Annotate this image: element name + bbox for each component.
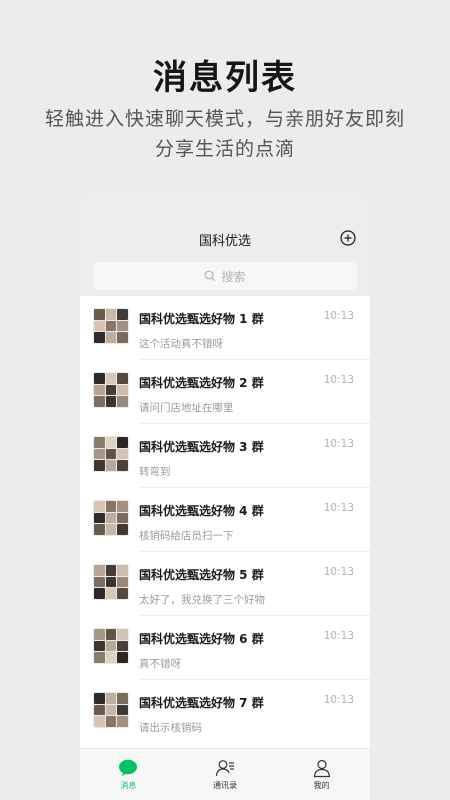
chat-body: 国科优选甄选好物 3 群转弯到 10:13 — [139, 436, 370, 488]
group-avatar — [93, 436, 129, 472]
chat-preview: 请问门店地址在哪里 — [139, 402, 234, 414]
search-input[interactable]: 搜索 — [93, 262, 357, 290]
plus-circle-icon[interactable] — [340, 230, 356, 246]
app-title: 国科优选 — [198, 234, 251, 249]
chat-list-item[interactable]: 国科优选甄选好物 5 群太好了，我兑换了三个好物 10:13 — [80, 552, 370, 616]
chat-list-item[interactable]: 国科优选甄选好物 2 群请问门店地址在哪里 10:13 — [80, 360, 370, 424]
chat-body: 国科优选甄选好物 2 群请问门店地址在哪里 10:13 — [139, 372, 370, 424]
chat-body: 国科优选甄选好物 6 群真不错呀 10:13 — [139, 628, 370, 680]
app-header: 国科优选 — [80, 190, 370, 256]
group-avatar — [93, 372, 129, 408]
chat-body: 国科优选甄选好物 4 群核销码给店员扫一下 10:13 — [139, 500, 370, 552]
chat-preview: 太好了，我兑换了三个好物 — [139, 594, 265, 606]
group-avatar — [93, 564, 129, 600]
group-avatar — [93, 692, 129, 728]
chat-time: 10:13 — [323, 630, 354, 642]
phone-frame: 国科优选 搜索 国科优选甄选好物 1 群这个活动真不错呀 10:13 国科优选甄选好… — [80, 190, 370, 800]
chat-bubble-icon — [119, 759, 138, 776]
tab-bar: 消息 通讯录 我的 — [80, 748, 370, 800]
search-icon — [205, 270, 216, 282]
chat-body: 国科优选甄选好物 7 群请出示核销码 10:13 — [139, 692, 370, 744]
contacts-icon — [215, 760, 234, 777]
search-placeholder: 搜索 — [221, 269, 246, 284]
chat-time: 10:13 — [323, 374, 354, 386]
chat-preview: 核销码给店员扫一下 — [139, 530, 234, 542]
chat-list-item[interactable]: 国科优选甄选好物 6 群真不错呀 10:13 — [80, 616, 370, 680]
person-icon — [313, 759, 330, 778]
tab-me[interactable]: 我的 — [273, 749, 370, 800]
chat-list-item[interactable]: 国科优选甄选好物 3 群转弯到 10:13 — [80, 424, 370, 488]
promo-title: 消息列表 — [153, 58, 297, 98]
group-avatar — [93, 308, 129, 344]
chat-list-item[interactable]: 国科优选甄选好物 1 群这个活动真不错呀 10:13 — [80, 296, 370, 360]
chat-preview: 转弯到 — [139, 466, 171, 478]
chat-time: 10:13 — [323, 502, 354, 514]
chat-time: 10:13 — [323, 438, 354, 450]
chat-preview: 这个活动真不错呀 — [139, 338, 223, 350]
search-area: 搜索 — [80, 256, 370, 296]
group-avatar — [93, 500, 129, 536]
chat-list-item[interactable]: 国科优选甄选好物 7 群请出示核销码 10:13 — [80, 680, 370, 744]
chat-body: 国科优选甄选好物 5 群太好了，我兑换了三个好物 10:13 — [139, 564, 370, 616]
chat-time: 10:13 — [323, 310, 354, 322]
tab-messages[interactable]: 消息 — [80, 749, 177, 800]
chat-preview: 请出示核销码 — [139, 722, 202, 734]
group-avatar — [93, 628, 129, 664]
tab-contacts[interactable]: 通讯录 — [177, 749, 274, 800]
chat-body: 国科优选甄选好物 1 群这个活动真不错呀 10:13 — [139, 308, 370, 360]
chat-preview: 真不错呀 — [139, 658, 181, 670]
chat-list-item[interactable]: 国科优选甄选好物 4 群核销码给店员扫一下 10:13 — [80, 488, 370, 552]
tab-label: 我的 — [313, 781, 330, 790]
chat-time: 10:13 — [323, 566, 354, 578]
chat-time: 10:13 — [323, 694, 354, 706]
tab-label: 消息 — [120, 781, 137, 790]
chat-list: 国科优选甄选好物 1 群这个活动真不错呀 10:13 国科优选甄选好物 2 群请问门… — [80, 296, 370, 744]
promo-subtitle: 轻触进入快速聊天模式，与亲朋好友即刻分享生活的点滴 — [44, 108, 405, 160]
tab-label: 通讯录 — [213, 781, 237, 790]
